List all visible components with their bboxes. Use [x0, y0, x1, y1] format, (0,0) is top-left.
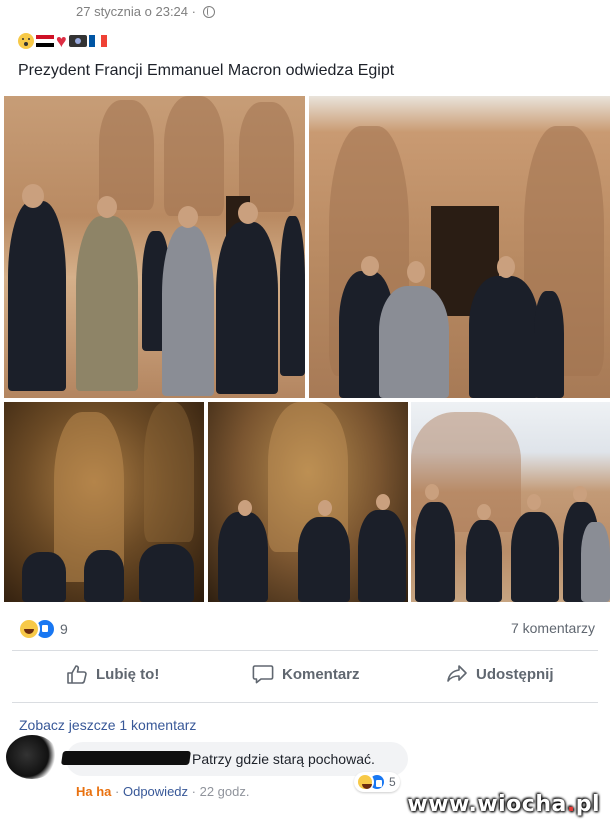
share-button[interactable]: Udostępnij — [446, 664, 554, 684]
astonished-face-emoji — [18, 33, 34, 49]
post-timestamp[interactable]: 27 stycznia o 23:24 · — [76, 4, 196, 19]
comment-button[interactable]: Komentarz — [252, 664, 360, 684]
photo-1[interactable] — [4, 96, 305, 398]
facebook-post: 27 stycznia o 23:24 · ♥ Prezydent Francj… — [0, 0, 610, 830]
comment-reaction-count: 5 — [389, 775, 396, 789]
thumbs-up-icon — [67, 665, 87, 684]
speech-bubble-icon — [252, 665, 274, 684]
post-text: Prezydent Francji Emmanuel Macron odwied… — [18, 62, 395, 79]
photo-5[interactable] — [411, 402, 610, 602]
comment-time[interactable]: 22 godz. — [200, 784, 250, 799]
post-emoji-row: ♥ — [18, 31, 107, 51]
haha-reaction-icon — [356, 773, 374, 791]
comment-reactions[interactable]: 5 — [354, 772, 400, 792]
comment-button-label: Komentarz — [282, 665, 360, 683]
red-heart-emoji: ♥ — [56, 31, 67, 51]
divider — [12, 702, 598, 703]
post-meta: 27 stycznia o 23:24 · — [76, 4, 215, 19]
comment-meta: Ha ha · Odpowiedz · 22 godz. — [76, 784, 250, 799]
comments-count-link[interactable]: 7 komentarzy — [511, 620, 595, 636]
photo-2[interactable] — [309, 96, 610, 398]
haha-reaction-icon — [18, 618, 40, 640]
reactions-summary[interactable]: 9 — [18, 618, 68, 640]
like-button[interactable]: Lubię to! — [66, 664, 159, 684]
like-button-label: Lubię to! — [96, 665, 160, 683]
avatar[interactable] — [6, 735, 58, 779]
see-more-comments-link[interactable]: Zobacz jeszcze 1 komentarz — [19, 717, 196, 733]
camera-emoji — [68, 35, 87, 47]
divider — [12, 650, 598, 651]
comment-text: Patrzy gdzie starą pochować. — [192, 751, 375, 767]
photo-3[interactable] — [4, 402, 204, 602]
egypt-flag-emoji — [36, 35, 54, 47]
photo-4[interactable] — [208, 402, 408, 602]
share-arrow-icon — [447, 665, 467, 682]
france-flag-emoji — [88, 35, 107, 47]
share-button-label: Udostępnij — [476, 665, 554, 683]
globe-icon — [202, 6, 215, 18]
watermark: www.wiocha.pl — [407, 792, 600, 817]
comment-haha-reaction-link[interactable]: Ha ha — [76, 784, 111, 799]
reply-link[interactable]: Odpowiedz — [123, 784, 188, 799]
reactions-count: 9 — [60, 621, 68, 637]
redacted-author-name — [61, 751, 191, 765]
